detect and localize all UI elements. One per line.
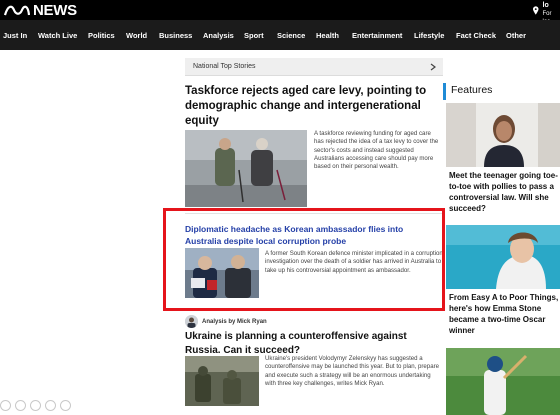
nav-other[interactable]: Other	[506, 31, 526, 40]
page-tools	[0, 400, 71, 411]
feature-image[interactable]	[446, 103, 560, 167]
feature-image[interactable]	[446, 348, 560, 415]
main-nav: Just In Watch Live Politics World Busine…	[0, 20, 560, 50]
nav-politics[interactable]: Politics	[88, 31, 115, 40]
set-location-button[interactable]: Set lo For loc	[533, 0, 560, 25]
logo-text: NEWS	[33, 1, 77, 19]
person-icon	[185, 315, 198, 328]
teenager-photo-icon	[446, 103, 560, 167]
tool-circle-icon[interactable]	[45, 400, 56, 411]
nav-just-in[interactable]: Just In	[3, 31, 27, 40]
features-title: Features	[451, 84, 493, 96]
top-bar: NEWS Set lo For loc	[0, 0, 560, 25]
aged-care-photo-icon	[185, 130, 307, 207]
analysis-label: Analysis by Mick Ryan	[202, 318, 267, 325]
tool-circle-icon[interactable]	[0, 400, 11, 411]
tool-circle-icon[interactable]	[60, 400, 71, 411]
section-header[interactable]: National Top Stories	[185, 58, 443, 76]
avatar	[185, 315, 198, 328]
abc-logo-icon	[4, 5, 30, 16]
location-pin-icon	[533, 5, 539, 15]
tool-circle-icon[interactable]	[15, 400, 26, 411]
section-title: National Top Stories	[193, 63, 256, 70]
feature-title[interactable]: From Easy A to Poor Things, here's how E…	[449, 292, 560, 336]
nav-business[interactable]: Business	[159, 31, 192, 40]
story-description: A taskforce reviewing funding for aged c…	[314, 130, 439, 171]
story-thumbnail[interactable]	[185, 130, 307, 207]
nav-science[interactable]: Science	[277, 31, 305, 40]
highlight-box	[163, 208, 445, 311]
emma-stone-photo-icon	[446, 225, 560, 289]
chevron-right-icon	[430, 63, 436, 71]
cricket-photo-icon	[446, 348, 560, 415]
features-header: Features	[443, 83, 560, 100]
story-thumbnail[interactable]	[185, 356, 259, 406]
abc-news-logo[interactable]: NEWS	[4, 1, 77, 19]
nav-analysis[interactable]: Analysis	[203, 31, 234, 40]
nav-lifestyle[interactable]: Lifestyle	[414, 31, 444, 40]
location-label: Set lo	[542, 0, 554, 9]
tool-circle-icon[interactable]	[30, 400, 41, 411]
nav-world[interactable]: World	[126, 31, 147, 40]
story-title[interactable]: Taskforce rejects aged care levy, pointi…	[185, 84, 435, 129]
soldiers-photo-icon	[185, 356, 259, 406]
story-title[interactable]: Ukraine is planning a counteroffensive a…	[185, 330, 445, 357]
feature-image[interactable]	[446, 225, 560, 289]
story-description: Ukraine's president Volodymyr Zelenskyy …	[265, 355, 440, 387]
nav-health[interactable]: Health	[316, 31, 339, 40]
nav-sport[interactable]: Sport	[244, 31, 264, 40]
feature-title[interactable]: Meet the teenager going toe-to-toe with …	[449, 170, 560, 214]
nav-watch-live[interactable]: Watch Live	[38, 31, 77, 40]
analysis-tag[interactable]: Analysis by Mick Ryan	[185, 315, 267, 328]
nav-fact-check[interactable]: Fact Check	[456, 31, 496, 40]
nav-entertainment[interactable]: Entertainment	[352, 31, 402, 40]
